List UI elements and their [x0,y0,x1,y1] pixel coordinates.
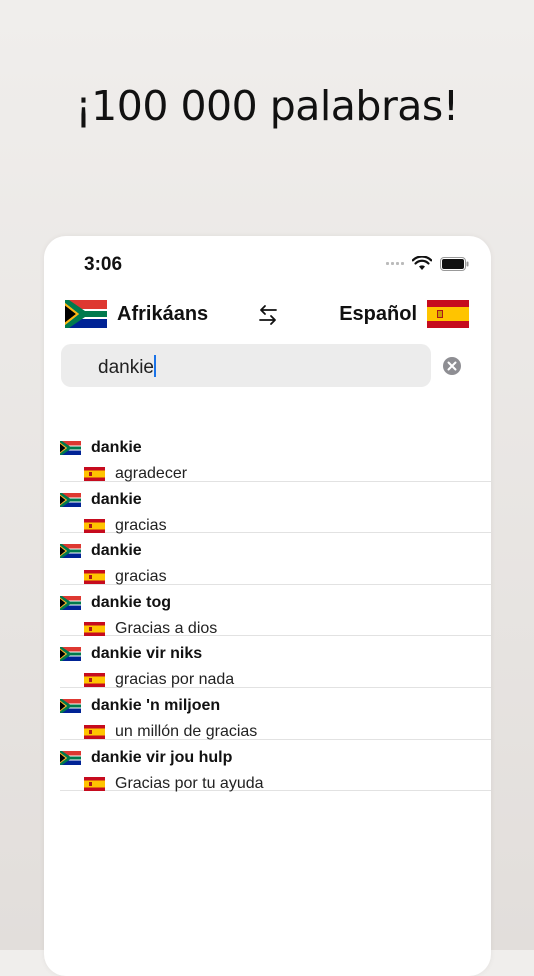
target-language-label: Español [339,302,417,325]
result-row[interactable]: dankie tog Gracias a dios [60,585,491,637]
translation-text: gracias por nada [115,671,235,689]
result-term: dankie vir jou hulp [60,749,232,767]
term-text: dankie vir niks [91,645,203,663]
result-row[interactable]: dankie gracias [60,533,491,585]
translation-text: un millón de gracias [115,722,258,740]
south-africa-flag-icon [65,300,107,328]
phone-screen: 3:06 Afrikáans Español dankie dankie agr… [44,236,491,976]
result-term: dankie [60,439,142,457]
south-africa-flag-icon [60,595,81,610]
result-term: dankie vir niks [60,645,202,663]
spain-flag-icon [84,724,105,739]
result-row[interactable]: dankie vir jou hulp Gracias por tu ayuda [60,740,491,792]
source-language-label: Afrikáans [117,302,209,325]
south-africa-flag-icon [60,750,81,765]
result-translation: gracias por nada [84,671,234,689]
result-translation: Gracias a dios [84,620,217,638]
translation-text: Gracias a dios [115,619,218,637]
result-row[interactable]: dankie agradecer [60,430,491,482]
south-africa-flag-icon [60,544,81,559]
south-africa-flag-icon [60,698,81,713]
result-row[interactable]: dankie 'n miljoen un millón de gracias [60,688,491,740]
search-input[interactable]: dankie [61,344,431,387]
term-text: dankie 'n miljoen [91,696,221,714]
result-term: dankie [60,542,142,560]
headline: ¡100 000 palabras! [75,82,459,130]
south-africa-flag-icon [60,441,81,455]
result-translation: un millón de gracias [84,723,257,741]
translation-text: gracias [115,568,167,586]
battery-icon [440,256,469,271]
result-translation: Gracias por tu ayuda [84,775,264,793]
result-translation: agradecer [84,465,187,483]
spain-flag-icon [84,776,105,791]
result-translation: gracias [84,568,167,586]
text-cursor [154,355,156,377]
result-term: dankie [60,491,142,509]
spain-flag-icon [427,300,469,328]
clear-search-icon[interactable] [442,356,462,376]
spain-flag-icon [84,518,105,533]
status-icons [386,256,469,271]
term-text: dankie tog [91,593,172,611]
term-text: dankie vir jou hulp [91,748,233,766]
term-text: dankie [91,490,142,508]
target-language-button[interactable]: Español [339,300,469,328]
spain-flag-icon [84,467,105,481]
translation-text: agradecer [115,465,188,482]
south-africa-flag-icon [60,647,81,662]
result-row[interactable]: dankie vir niks gracias por nada [60,636,491,688]
translation-text: Gracias por tu ayuda [115,774,264,792]
wifi-icon [412,256,432,270]
signal-icon [386,262,404,265]
status-time: 3:06 [84,254,123,275]
spain-flag-icon [84,621,105,636]
term-text: dankie [91,439,142,456]
south-africa-flag-icon [60,492,81,507]
result-row[interactable]: dankie gracias [60,482,491,534]
spain-flag-icon [84,673,105,688]
source-language-button[interactable]: Afrikáans [65,300,208,328]
result-translation: gracias [84,517,167,535]
term-text: dankie [91,542,142,560]
results-list: dankie agradecer dankie gracias dankie gracia… [60,430,491,792]
swap-languages-icon[interactable] [255,302,281,328]
language-bar: Afrikáans Español [65,300,469,332]
result-term: dankie 'n miljoen [60,697,220,715]
result-term: dankie tog [60,594,171,612]
spain-flag-icon [84,570,105,585]
translation-text: gracias [115,516,167,534]
search-text: dankie [98,355,156,378]
